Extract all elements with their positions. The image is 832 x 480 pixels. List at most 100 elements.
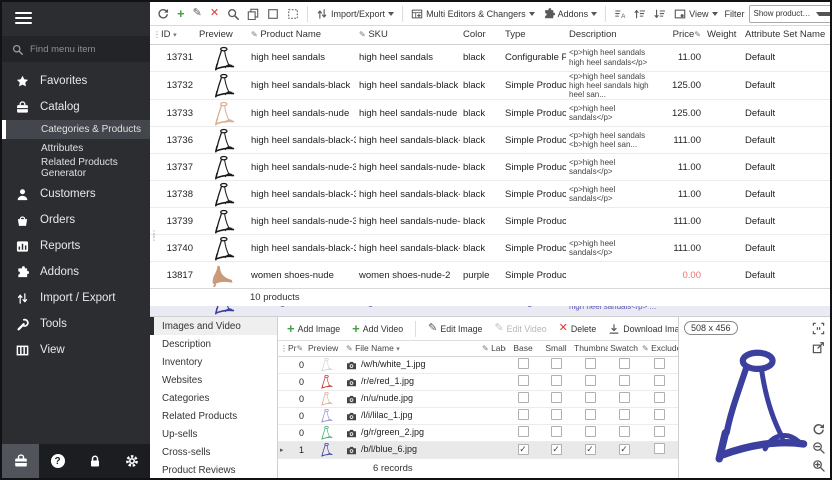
open-external-icon[interactable] [812,341,825,354]
rotate-icon[interactable] [812,423,825,436]
cell-color[interactable]: purple [460,262,502,289]
tab-product-reviews[interactable]: Product Reviews [150,461,277,478]
small-checkbox[interactable] [551,426,562,437]
small-checkbox[interactable] [551,375,562,386]
cell-id[interactable]: 13732 [158,71,196,100]
cell-description[interactable]: <p>high heel sandals</p> [566,154,662,181]
cell-file-name[interactable]: /r/e/red_1.jpg [344,373,480,390]
sidebar-item-orders[interactable]: Orders [2,207,150,233]
cell-position[interactable]: 1 [286,441,306,458]
download-image-button[interactable]: Download Image [605,321,678,337]
cell-color[interactable]: black [460,44,502,71]
col-sku[interactable]: ✎ SKU [356,26,460,44]
col-weight[interactable]: Weight [704,26,742,44]
table-row[interactable]: 0/w/h/white_1.jpg [278,356,678,373]
cell-price[interactable]: 125.00 [662,100,704,127]
col-preview[interactable]: Preview [196,26,248,44]
tab-inventory[interactable]: Inventory [150,353,277,371]
search-button[interactable] [224,6,242,22]
cell-file-name[interactable]: /g/r/green_2.jpg [344,424,480,441]
cell-id[interactable]: 13738 [158,181,196,208]
sidebar-item-view[interactable]: View [2,337,150,363]
help-button[interactable]: ? [39,444,76,478]
exclude-checkbox[interactable] [654,443,665,454]
cell-attribute-set[interactable]: Default [742,235,830,262]
cell-product-name[interactable]: high heel sandals-nude-37 [248,208,356,235]
cell-id[interactable]: 13736 [158,127,196,154]
cell-color[interactable]: black [460,100,502,127]
thumbnail-checkbox[interactable] [585,392,596,403]
cell-preview[interactable] [306,373,344,390]
col-label[interactable]: ✎ Label [480,341,506,356]
cell-id[interactable]: 13739 [158,208,196,235]
autofilter-button[interactable] [611,6,629,22]
cell-preview[interactable] [306,407,344,424]
cell-price[interactable]: 111.00 [662,235,704,262]
cell-preview[interactable] [196,235,248,262]
cell-color[interactable]: black [460,127,502,154]
cell-position[interactable]: 0 [286,356,306,373]
delete-product-button[interactable]: ✕ [207,6,222,21]
cell-sku[interactable]: high heel sandals-black [356,71,460,100]
table-row[interactable]: 13739high heel sandals-nude-37high heel … [150,208,830,235]
cell-attribute-set[interactable]: Default [742,127,830,154]
base-checkbox[interactable] [518,426,529,437]
cell-attribute-set[interactable]: Default [742,44,830,71]
thumbnail-checkbox[interactable] [585,409,596,420]
col-id[interactable]: ID ▾ [158,26,196,44]
cell-weight[interactable] [704,208,742,235]
cell-position[interactable]: 0 [286,424,306,441]
col-thumbnail[interactable]: Thumbna [572,341,608,356]
cell-attribute-set[interactable]: Default [742,154,830,181]
tab-cross-sells[interactable]: Cross-sells [150,443,277,461]
cell-product-name[interactable]: high heel sandals-black-37 [248,181,356,208]
cell-color[interactable]: black [460,181,502,208]
col-description[interactable]: Description [566,26,662,44]
sidebar-item-related-products-generator[interactable]: Related Products Generator [2,158,150,177]
cell-weight[interactable] [704,127,742,154]
cell-description[interactable]: <p>high heel sandals high heel sandals</… [566,44,662,71]
cell-position[interactable]: 0 [286,390,306,407]
cell-sku[interactable]: high heel sandals-black-38 [356,235,460,262]
base-checkbox[interactable] [518,409,529,420]
actual-size-icon[interactable] [812,322,825,335]
tab-related-products[interactable]: Related Products [150,407,277,425]
sort-desc-button[interactable] [651,6,669,22]
select-mode-button[interactable] [284,6,302,22]
cell-id[interactable]: 13737 [158,154,196,181]
cell-color[interactable]: black [460,235,502,262]
cell-attribute-set[interactable]: Default [742,71,830,100]
sidebar-item-favorites[interactable]: Favorites [2,68,150,94]
cell-label[interactable] [480,424,506,441]
col-position[interactable]: Pr✎ [286,341,306,356]
cell-description[interactable]: <p>high heel sandals</p> [566,100,662,127]
cell-sku[interactable]: high heel sandals-nude [356,100,460,127]
cell-preview[interactable] [306,356,344,373]
swatch-checkbox[interactable] [619,444,630,455]
col-file-name[interactable]: ✎ File Name ▾ [344,341,480,356]
cell-price[interactable]: 125.00 [662,71,704,100]
thumbnail-checkbox[interactable] [585,358,596,369]
cell-product-name[interactable]: women shoes-nude [248,262,356,289]
tab-description[interactable]: Description [150,335,277,353]
col-attribute-set[interactable]: Attribute Set Name [742,26,830,44]
cell-price[interactable]: 11.00 [662,154,704,181]
tab-categories[interactable]: Categories [150,389,277,407]
swatch-checkbox[interactable] [619,375,630,386]
cell-sku[interactable]: high heel sandals-black-36 [356,127,460,154]
cell-preview[interactable] [196,127,248,154]
sidebar-search[interactable] [2,36,150,62]
sort-asc-button[interactable] [631,6,649,22]
swatch-checkbox[interactable] [619,426,630,437]
exclude-checkbox[interactable] [654,392,665,403]
cell-price[interactable]: 0.00 [662,262,704,289]
cell-type[interactable]: Simple Product [502,262,566,289]
cell-position[interactable]: 0 [286,407,306,424]
table-row[interactable]: 0/n/u/nude.jpg [278,390,678,407]
row-selector-header[interactable]: ⋮ [278,341,286,356]
cell-weight[interactable] [704,71,742,100]
cell-label[interactable] [480,407,506,424]
cell-sku[interactable]: high heel sandals-black-37 [356,181,460,208]
cell-color[interactable]: black [460,154,502,181]
addons-button[interactable]: Addons [540,6,601,22]
